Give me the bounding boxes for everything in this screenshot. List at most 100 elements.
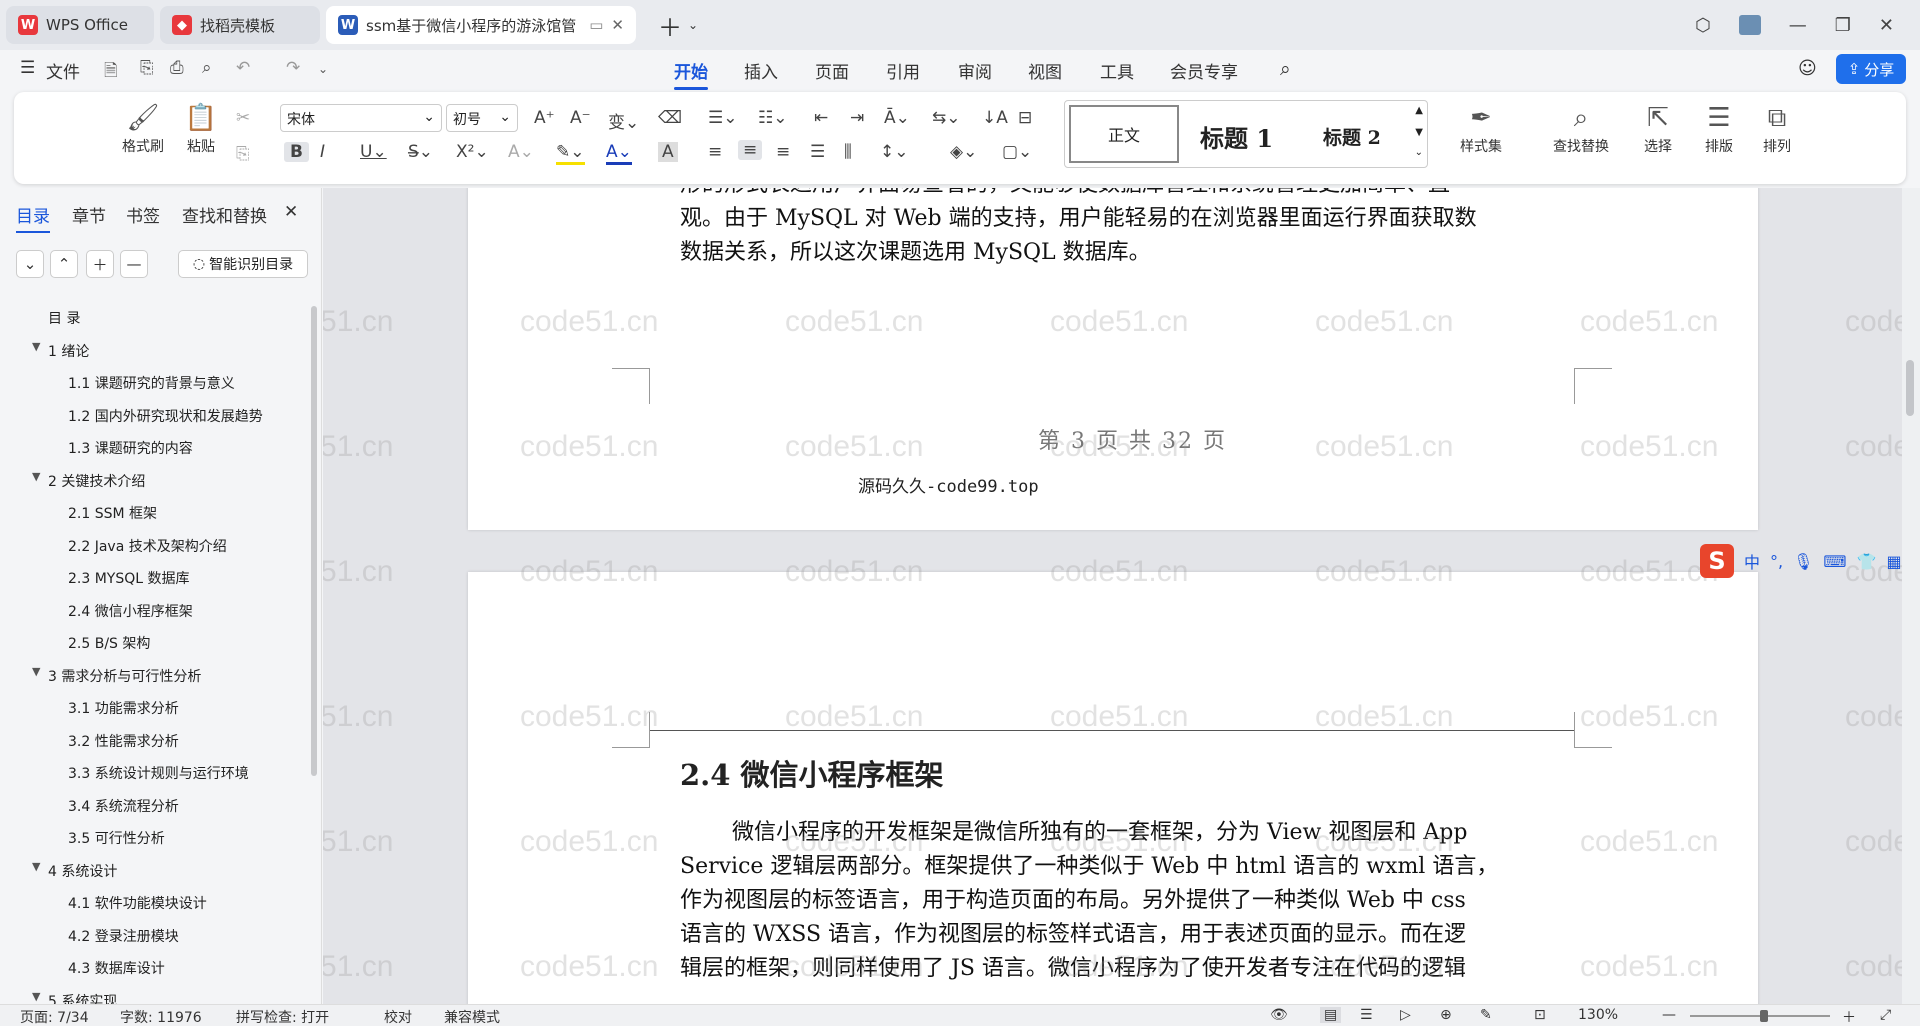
find-replace-button[interactable]: ⌕ 查找替换 xyxy=(1536,100,1626,156)
chevron-down-icon[interactable]: ▼ xyxy=(1415,127,1423,138)
toc-item[interactable]: 1.3 课题研究的内容 xyxy=(68,438,193,458)
tab-docer-templates[interactable]: ◆ 找稻壳模板 xyxy=(160,6,320,44)
expand-caret-icon[interactable]: ▼ xyxy=(32,860,40,873)
tab-wps-office[interactable]: W WPS Office xyxy=(6,6,154,44)
show-marks-icon[interactable]: ⊟ xyxy=(1018,108,1032,128)
tab-list-chevron-icon[interactable]: ⌄ xyxy=(688,18,698,32)
text-direction-icon[interactable]: Ā⌄ xyxy=(884,108,910,128)
menu-references[interactable]: 引用 xyxy=(886,58,920,83)
restore-icon[interactable]: ❐ xyxy=(1835,15,1851,36)
font-name-select[interactable]: 宋体 ⌄ xyxy=(280,104,442,132)
page-view-icon[interactable]: ▤ xyxy=(1320,1007,1342,1023)
decrease-indent-icon[interactable]: ⇤ xyxy=(814,108,828,128)
char-shading-icon[interactable]: A xyxy=(658,142,678,162)
document-scrollbar[interactable] xyxy=(1902,188,1920,1004)
font-color-icon[interactable]: A⌄ xyxy=(606,142,632,165)
shrink-font-icon[interactable]: A⁻ xyxy=(570,108,591,128)
chat-icon[interactable]: ☺ xyxy=(1798,58,1817,79)
menu-home[interactable]: 开始 xyxy=(674,58,708,90)
bold-icon[interactable]: B xyxy=(284,142,309,162)
copy-icon[interactable]: ⎘ xyxy=(236,144,250,164)
toc-item[interactable]: ▼ 3 需求分析与可行性分析 xyxy=(32,665,201,686)
tab-document[interactable]: W ssm基于微信小程序的游泳馆管 ▭ ✕ xyxy=(326,6,636,44)
quick-access-chevron-icon[interactable]: ⌄ xyxy=(318,62,328,76)
keyboard-icon[interactable]: ⌨ xyxy=(1823,552,1846,571)
minimize-icon[interactable]: — xyxy=(1789,15,1807,36)
toc-item[interactable]: ▼ 2 关键技术介绍 xyxy=(32,470,145,491)
toc-item[interactable]: 3.1 功能需求分析 xyxy=(68,698,179,718)
hamburger-icon[interactable]: ☰ xyxy=(20,58,35,78)
select-button[interactable]: ⇱ 选择 xyxy=(1628,100,1688,156)
distribute-icon[interactable]: ⫼ xyxy=(844,142,852,162)
toolbox-icon[interactable]: ▦ xyxy=(1886,552,1901,571)
toc-item[interactable]: 2.4 微信小程序框架 xyxy=(68,601,193,621)
toc-item[interactable]: 3.5 可行性分析 xyxy=(68,828,165,848)
align-center-icon[interactable]: ≡ xyxy=(738,140,763,160)
expand-caret-icon[interactable]: ▼ xyxy=(32,470,40,483)
toc-item[interactable]: 2.2 Java 技术及架构介绍 xyxy=(68,536,227,556)
cut-icon[interactable]: ✂ xyxy=(236,108,250,128)
toc-item[interactable]: 2.3 MYSQL 数据库 xyxy=(68,568,190,588)
avatar[interactable] xyxy=(1738,15,1761,35)
new-tab-icon[interactable]: ＋ xyxy=(658,8,682,43)
close-window-icon[interactable]: ✕ xyxy=(1879,15,1894,36)
menu-tools[interactable]: 工具 xyxy=(1100,58,1134,83)
ime-language[interactable]: 中 xyxy=(1744,549,1760,573)
search-icon[interactable]: ⌕ xyxy=(1280,58,1291,80)
redo-icon[interactable]: ↷ xyxy=(286,58,300,78)
skin-icon[interactable]: 👕 xyxy=(1857,552,1877,571)
screen-icon[interactable]: ▭ xyxy=(589,16,603,34)
eye-icon[interactable]: 👁 xyxy=(1270,1007,1288,1023)
undo-icon[interactable]: ↶ xyxy=(236,58,250,78)
italic-icon[interactable]: I xyxy=(320,142,325,162)
sogou-logo-icon[interactable]: S xyxy=(1700,544,1734,578)
line-break-icon[interactable]: ⇆⌄ xyxy=(932,108,961,128)
toc-item[interactable]: 1.2 国内外研究现状和发展趋势 xyxy=(68,406,263,426)
expand-caret-icon[interactable]: ▼ xyxy=(32,340,40,353)
toc-item[interactable]: 1.1 课题研究的背景与意义 xyxy=(68,373,235,393)
zoom-slider-thumb[interactable] xyxy=(1760,1010,1768,1022)
mic-icon[interactable]: 🎙 xyxy=(1793,552,1813,571)
toc-item[interactable]: 4.3 数据库设计 xyxy=(68,958,165,978)
toc-item[interactable]: ▼ 4 系统设计 xyxy=(32,860,117,881)
fullscreen-icon[interactable]: ⤢ xyxy=(1880,1007,1891,1023)
text-effect-icon[interactable]: A⌄ xyxy=(508,142,534,162)
justify-icon[interactable]: ☰ xyxy=(810,142,825,162)
format-painter-button[interactable]: 🖌 格式刷 xyxy=(118,100,168,156)
style-heading-2[interactable]: 标题 2 xyxy=(1323,123,1381,150)
spell-check[interactable]: 拼写检查: 打开 xyxy=(236,1007,329,1026)
sort-icon[interactable]: ↓A xyxy=(982,108,1008,128)
expand-caret-icon[interactable]: ▼ xyxy=(32,665,40,678)
menu-review[interactable]: 审阅 xyxy=(958,58,992,83)
numbered-list-icon[interactable]: ☷⌄ xyxy=(758,108,787,128)
increase-indent-icon[interactable]: ⇥ xyxy=(850,108,864,128)
style-normal[interactable]: 正文 xyxy=(1069,105,1179,163)
style-set-button[interactable]: ✒ 样式集 xyxy=(1446,100,1516,156)
cube-icon[interactable]: ⬡ xyxy=(1695,15,1711,36)
style-heading-1[interactable]: 标题 1 xyxy=(1200,119,1273,154)
word-count[interactable]: 字数: 11976 xyxy=(120,1007,202,1026)
strikethrough-icon[interactable]: S̶⌄ xyxy=(408,142,433,162)
toc-item[interactable]: ▼ 5 系统实现 xyxy=(32,990,117,1005)
web-view-icon[interactable]: ⊕ xyxy=(1440,1007,1452,1023)
toc-item[interactable]: 3.4 系统流程分析 xyxy=(68,796,179,816)
expand-icon[interactable]: ⌄ xyxy=(1415,147,1423,158)
layout-button[interactable]: ☰ 排版 xyxy=(1692,100,1746,156)
phonetic-icon[interactable]: 变⌄ xyxy=(608,108,639,133)
toc-item[interactable]: 4.2 登录注册模块 xyxy=(68,926,179,946)
eraser-icon[interactable]: ⌫ xyxy=(658,108,682,128)
menu-member[interactable]: 会员专享 xyxy=(1170,58,1238,83)
shading-icon[interactable]: ◈⌄ xyxy=(950,142,977,162)
bullet-list-icon[interactable]: ☰⌄ xyxy=(708,108,737,128)
zoom-in-icon[interactable]: ＋ xyxy=(1842,1007,1856,1026)
toc-item[interactable]: 3.3 系统设计规则与运行环境 xyxy=(68,763,249,783)
toc-item[interactable]: 4.1 软件功能模块设计 xyxy=(68,893,207,913)
outline-view-icon[interactable]: ☰ xyxy=(1360,1007,1373,1023)
align-left-icon[interactable]: ≡ xyxy=(708,142,722,162)
menu-insert[interactable]: 插入 xyxy=(744,58,778,83)
zoom-slider[interactable] xyxy=(1690,1010,1830,1022)
toc-item[interactable]: 目 录 xyxy=(48,308,80,328)
toc-item[interactable]: ▼ 1 绪论 xyxy=(32,340,89,361)
toc-item[interactable]: 2.5 B/S 架构 xyxy=(68,633,150,653)
export-icon[interactable]: ⎘ xyxy=(140,58,154,78)
